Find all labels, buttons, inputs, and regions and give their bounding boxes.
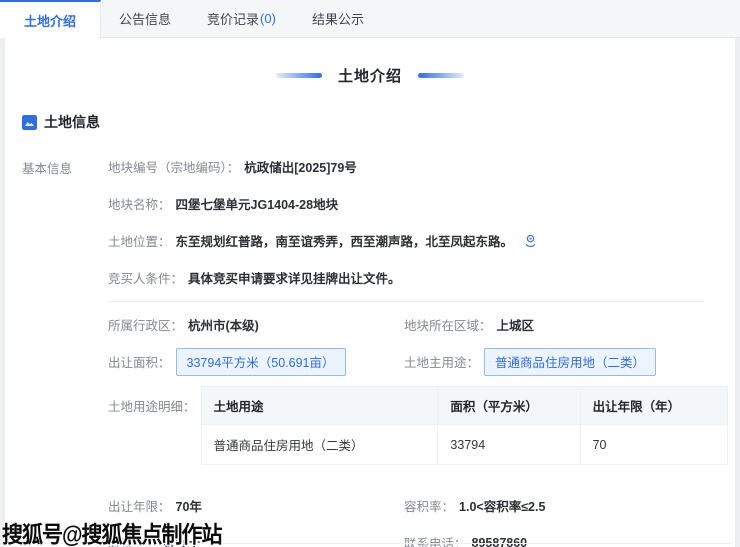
location-value: 东至规划红普路，南至谊秀弄，西至潮声路，北至凤起东路。: [176, 231, 514, 250]
phone-value: 89587860: [472, 536, 528, 547]
tab-bid-records-label: 竞价记录: [207, 9, 259, 28]
use-table-header-area: 面积（平方米）: [438, 387, 580, 425]
basic-info-section: 基本信息 地块编号（宗地编码）： 杭政储出[2025]79号 地块名称： 四堡七…: [5, 148, 735, 547]
row-region: 所属行政区： 杭州市(本级) 地块所在区域： 上城区: [108, 306, 730, 343]
page-title: 土地介绍: [5, 58, 735, 92]
section-divider: [108, 301, 705, 302]
tab-announcement[interactable]: 公告信息: [101, 0, 189, 37]
row-use-detail: 土地用途明细： 土地用途 面积（平方米） 出让年限（年） 普通商品住房用地（二类…: [108, 386, 730, 465]
parcel-code-label: 地块编号（宗地编码）：: [108, 157, 239, 176]
map-location-icon[interactable]: [523, 233, 538, 248]
tab-result-publicity[interactable]: 结果公示: [294, 0, 382, 37]
row-years-ratio: 出让年限： 70年 容积率： 1.0<容积率≤2.5: [108, 487, 730, 524]
use-table-header-years: 出让年限（年）: [580, 387, 727, 425]
contact-label: 联系人：: [108, 533, 158, 547]
tab-land-intro[interactable]: 土地介绍: [0, 0, 101, 38]
district-label: 地块所在区域：: [404, 315, 492, 334]
transfer-years-value: 70年: [176, 496, 202, 515]
district-value: 上城区: [497, 315, 535, 334]
parcel-name-value: 四堡七堡单元JG1404-28地块: [176, 194, 339, 213]
parcel-name-label: 地块名称：: [108, 194, 171, 213]
tab-announcement-label: 公告信息: [119, 9, 171, 28]
location-label: 土地位置：: [108, 231, 171, 250]
row-area-use: 出让面积： 33794平方米（50.691亩） 土地主用途： 普通商品住房用地（…: [108, 343, 730, 380]
table-row: 普通商品住房用地（二类） 33794 70: [201, 425, 727, 465]
main-use-badge: 普通商品住房用地（二类）: [484, 348, 656, 376]
bidder-condition-value: 具体竞买申请要求详见挂牌出让文件。: [188, 268, 401, 287]
field-parcel-code: 地块编号（宗地编码）： 杭政储出[2025]79号: [108, 148, 730, 185]
transfer-area-badge: 33794平方米（50.691亩）: [176, 348, 346, 376]
field-bidder-condition: 竞买人条件： 具体竞买申请要求详见挂牌出让文件。: [108, 259, 730, 296]
use-cell-use: 普通商品住房用地（二类）: [201, 425, 438, 465]
land-use-table: 土地用途 面积（平方米） 出让年限（年） 普通商品住房用地（二类） 33794 …: [201, 386, 728, 465]
use-table-header-use: 土地用途: [201, 387, 438, 425]
bidder-condition-label: 竞买人条件：: [108, 268, 183, 287]
tab-result-publicity-label: 结果公示: [312, 9, 364, 28]
contact-value: 金女士: [163, 533, 201, 547]
use-detail-label: 土地用途明细：: [108, 396, 196, 415]
field-parcel-name: 地块名称： 四堡七堡单元JG1404-28地块: [108, 185, 730, 222]
card-title: 土地信息: [44, 112, 100, 132]
card-header: 土地信息: [22, 112, 735, 132]
phone-label: 联系电话：: [404, 533, 467, 547]
use-cell-years: 70: [580, 425, 727, 465]
transfer-area-label: 出让面积：: [108, 352, 171, 371]
land-intro-panel: 土地介绍 土地信息 基本信息 地块编号（宗地编码）： 杭政储出[2025]79号…: [5, 38, 735, 547]
field-location: 土地位置： 东至规划红普路，南至谊秀弄，西至潮声路，北至凤起东路。: [108, 222, 730, 259]
title-decor-right: [418, 73, 464, 78]
bottom-divider: [20, 543, 732, 544]
use-cell-area: 33794: [438, 425, 580, 465]
land-info-icon: [22, 115, 37, 130]
plot-ratio-value: 1.0<容积率≤2.5: [459, 496, 545, 515]
main-use-label: 土地主用途：: [404, 352, 479, 371]
tab-bid-records-count: (0): [260, 11, 276, 26]
tab-bid-records[interactable]: 竞价记录 (0): [189, 0, 294, 37]
admin-region-value: 杭州市(本级): [188, 315, 259, 334]
title-decor-left: [276, 73, 322, 78]
admin-region-label: 所属行政区：: [108, 315, 183, 334]
transfer-years-label: 出让年限：: [108, 496, 171, 515]
land-use-table-header-row: 土地用途 面积（平方米） 出让年限（年）: [201, 387, 727, 425]
plot-ratio-label: 容积率：: [404, 496, 454, 515]
tab-bar: 土地介绍 公告信息 竞价记录 (0) 结果公示: [0, 0, 740, 38]
parcel-code-value: 杭政储出[2025]79号: [244, 157, 357, 176]
page-title-text: 土地介绍: [338, 65, 402, 86]
tab-land-intro-label: 土地介绍: [24, 11, 76, 30]
group-label: 基本信息: [5, 148, 108, 547]
